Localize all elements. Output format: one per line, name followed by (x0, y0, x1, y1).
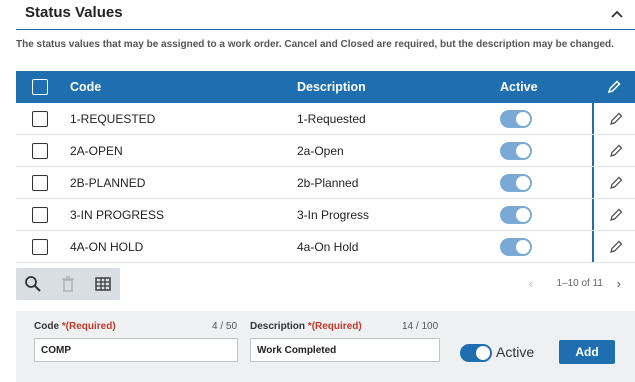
row-description: 2a-Open (297, 144, 344, 158)
section-header: Status Values (16, 0, 635, 30)
row-edit-column (592, 199, 635, 230)
row-code: 2B-PLANNED (70, 176, 146, 190)
chevron-left-icon[interactable]: ‹ (529, 276, 533, 291)
code-label: Code *(Required) (34, 321, 116, 332)
table-row[interactable]: 2A-OPEN 2a-Open (16, 135, 635, 167)
pencil-icon[interactable] (608, 143, 624, 159)
pencil-icon[interactable] (606, 79, 622, 95)
trash-icon[interactable] (58, 274, 78, 294)
code-field[interactable]: COMP (34, 338, 238, 362)
code-required: *(Required) (61, 321, 116, 332)
description-counter: 14 / 100 (402, 321, 439, 332)
row-edit-column (592, 231, 635, 262)
table-row[interactable]: 4A-ON HOLD 4a-On Hold (16, 231, 635, 263)
pencil-icon[interactable] (608, 175, 624, 191)
row-checkbox[interactable] (32, 239, 48, 255)
column-header-description[interactable]: Description (297, 80, 366, 94)
section-title: Status Values (25, 4, 123, 21)
active-toggle[interactable] (460, 344, 492, 362)
row-code: 1-REQUESTED (70, 112, 156, 126)
chevron-right-icon[interactable]: › (617, 276, 621, 291)
search-icon[interactable] (23, 274, 43, 294)
row-code: 4A-ON HOLD (70, 240, 144, 254)
grid-toolbar (16, 268, 120, 300)
table-row[interactable]: 2B-PLANNED 2b-Planned (16, 167, 635, 199)
pager-label: 1–10 of 11 (556, 278, 603, 289)
column-header-active[interactable]: Active (500, 80, 538, 94)
add-button[interactable]: Add (559, 340, 615, 364)
row-edit-column (592, 167, 635, 198)
code-counter: 4 / 50 (212, 321, 238, 332)
pencil-icon[interactable] (608, 207, 624, 223)
row-edit-column (592, 103, 635, 134)
grid-header: Code Description Active (16, 71, 635, 103)
status-grid: Code Description Active 1-REQUESTED 1-Re… (16, 71, 635, 263)
row-code: 3-IN PROGRESS (70, 208, 165, 222)
row-code: 2A-OPEN (70, 144, 123, 158)
row-checkbox[interactable] (32, 207, 48, 223)
active-toggle[interactable] (500, 238, 532, 256)
row-description: 4a-On Hold (297, 240, 359, 254)
row-description: 3-In Progress (297, 208, 370, 222)
pencil-icon[interactable] (608, 111, 624, 127)
header-edit-column (592, 71, 635, 103)
description-field[interactable]: Work Completed (250, 338, 440, 362)
table-row[interactable]: 3-IN PROGRESS 3-In Progress (16, 199, 635, 231)
pager: ‹ 1–10 of 11 › (505, 276, 625, 293)
row-checkbox[interactable] (32, 143, 48, 159)
row-checkbox[interactable] (32, 175, 48, 191)
select-all-checkbox[interactable] (32, 79, 48, 95)
description-label: Description *(Required) (250, 321, 362, 332)
row-edit-column (592, 135, 635, 166)
active-label: Active (496, 344, 535, 360)
active-toggle[interactable] (500, 142, 532, 160)
active-toggle[interactable] (500, 174, 532, 192)
row-checkbox[interactable] (32, 111, 48, 127)
table-columns-icon[interactable] (93, 274, 113, 294)
chevron-up-icon[interactable] (609, 6, 625, 22)
description-required: *(Required) (307, 321, 362, 332)
row-description: 2b-Planned (297, 176, 359, 190)
table-row[interactable]: 1-REQUESTED 1-Requested (16, 103, 635, 135)
active-toggle[interactable] (500, 110, 532, 128)
active-toggle[interactable] (500, 206, 532, 224)
column-header-code[interactable]: Code (70, 80, 101, 94)
add-status-form: Code *(Required) 4 / 50 COMP Description… (16, 311, 635, 382)
row-description: 1-Requested (297, 112, 366, 126)
section-description: The status values that may be assigned t… (16, 39, 614, 50)
pencil-icon[interactable] (608, 239, 624, 255)
